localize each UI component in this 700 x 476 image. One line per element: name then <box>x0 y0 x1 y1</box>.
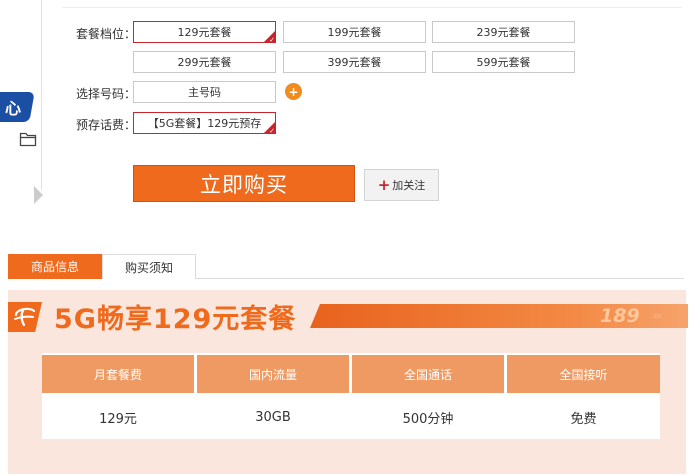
plan-option-399[interactable]: 399元套餐 <box>283 51 426 73</box>
table-cell-data: 30GB <box>197 398 349 436</box>
plan-option-239[interactable]: 239元套餐 <box>432 21 575 43</box>
follow-button[interactable]: + 加关注 <box>364 169 439 201</box>
prepaid-option[interactable]: 【5G套餐】129元预存 <box>133 112 276 135</box>
banner-title: 5G畅享129元套餐 <box>54 303 297 335</box>
plan-option-199[interactable]: 199元套餐 <box>283 21 426 43</box>
table-header-monthly-fee: 月套餐费 <box>42 355 194 393</box>
folder-icon[interactable] <box>19 131 37 147</box>
table-header-calls: 全国通话 <box>352 355 504 393</box>
table-header-incoming: 全国接听 <box>507 355 660 393</box>
prepaid-label: 预存话费： <box>76 118 137 132</box>
table-header-data: 国内流量 <box>197 355 349 393</box>
top-divider <box>62 7 682 8</box>
sidebar-tab-label: 心 <box>4 99 21 118</box>
follow-button-label: 加关注 <box>392 179 426 192</box>
table-cell-incoming: 免费 <box>507 398 660 436</box>
plus-icon: + <box>377 175 391 194</box>
plan-option-299[interactable]: 299元套餐 <box>133 51 276 73</box>
buy-now-button[interactable]: 立即购买 <box>133 165 355 202</box>
banner-number-suffix: .cn <box>652 313 662 320</box>
table-cell-calls: 500分钟 <box>352 398 504 436</box>
china-telecom-logo-icon <box>14 307 36 327</box>
plan-label: 套餐档位： <box>76 27 137 41</box>
plus-circle-icon[interactable]: + <box>285 83 302 100</box>
table-cell-monthly-fee: 129元 <box>42 398 194 436</box>
plan-option-599[interactable]: 599元套餐 <box>432 51 575 73</box>
chevron-right-icon[interactable] <box>34 186 43 204</box>
banner-number: 189 <box>600 305 640 327</box>
sidebar-tab[interactable]: 心 <box>0 92 35 122</box>
number-option-main[interactable]: 主号码 <box>133 81 276 103</box>
number-label: 选择号码： <box>76 87 137 101</box>
tab-purchase-notes[interactable]: 购买须知 <box>102 254 196 279</box>
tab-product-info[interactable]: 商品信息 <box>8 254 102 279</box>
plan-option-129[interactable]: 129元套餐 <box>133 21 276 44</box>
